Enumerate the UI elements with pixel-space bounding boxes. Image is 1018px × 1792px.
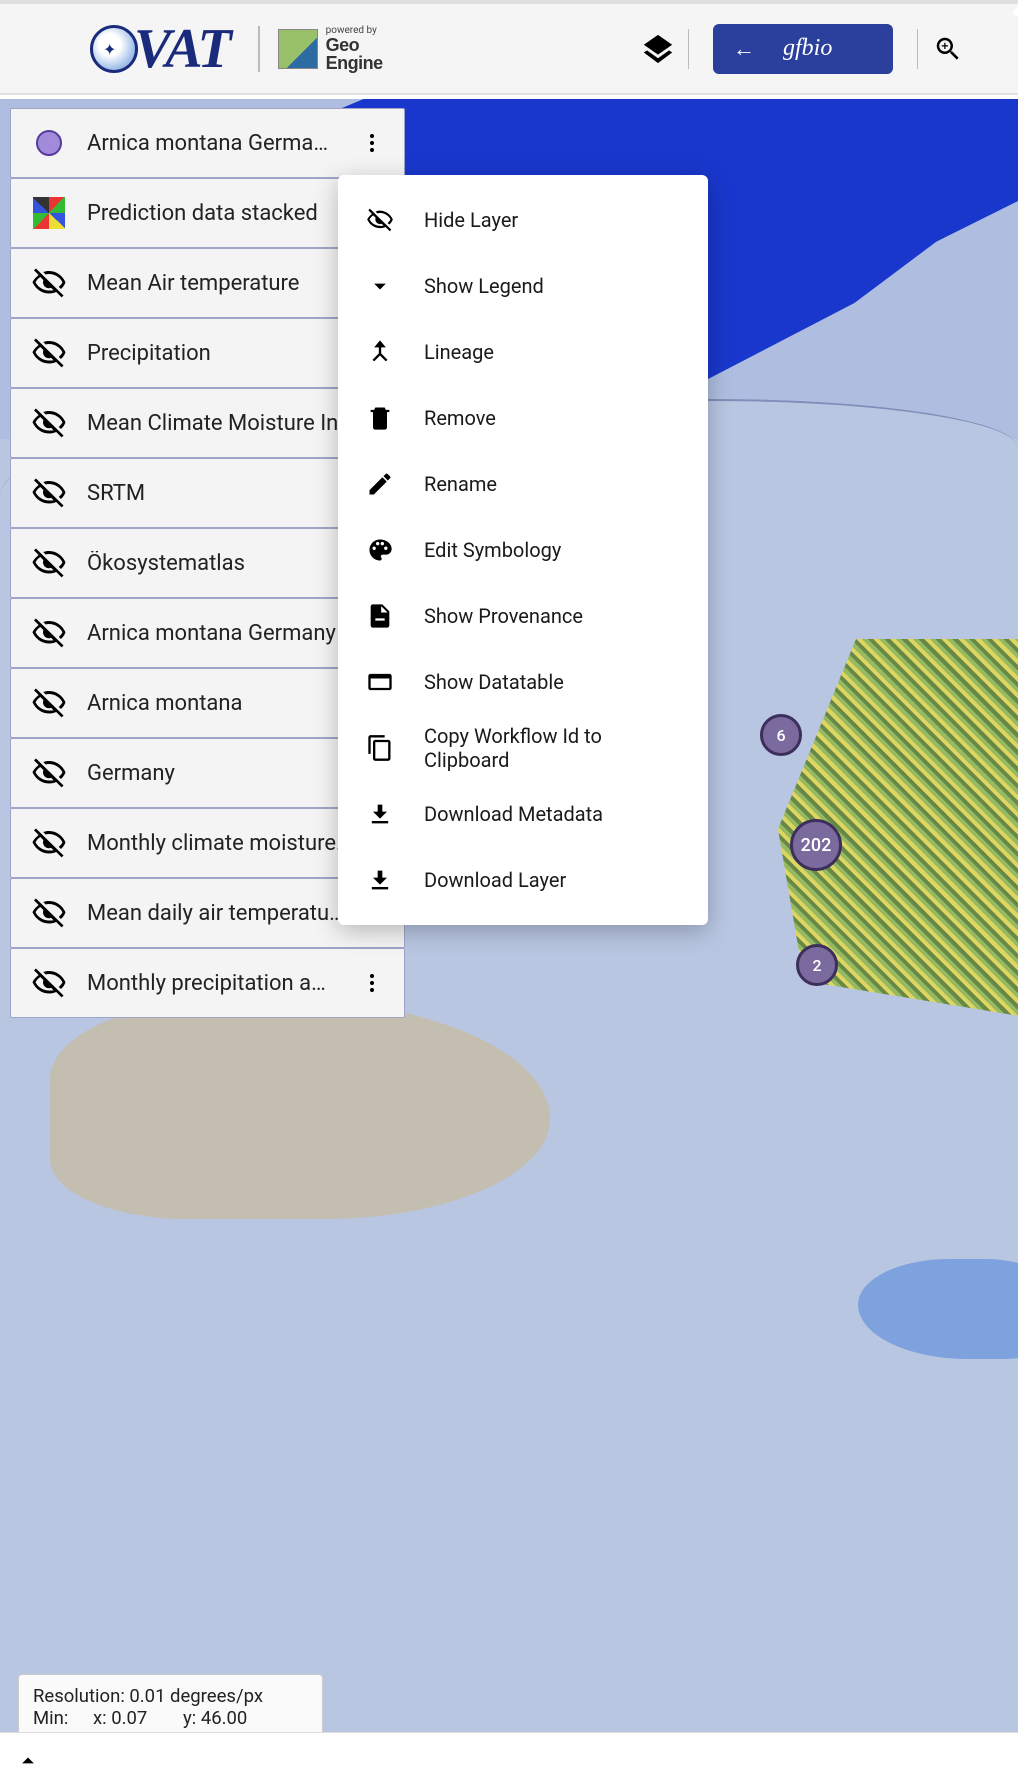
- ctx-item-dllayer[interactable]: Download Layer: [338, 847, 708, 913]
- ctx-item-lineage[interactable]: Lineage: [338, 319, 708, 385]
- visibility-off-icon: [31, 475, 67, 511]
- visibility-off-icon: [31, 405, 67, 441]
- visibility-off-icon: [31, 265, 67, 301]
- zoom-in-button[interactable]: [918, 25, 978, 73]
- layer-item[interactable]: Arnica montana German…: [10, 108, 405, 178]
- vat-logo: VAT: [90, 17, 230, 81]
- min-label: Min:: [33, 1707, 77, 1729]
- resolution-title: Resolution: 0.01 degrees/px: [33, 1685, 308, 1707]
- ctx-item-label: Show Legend: [424, 274, 544, 298]
- layer-icon-slot: [31, 685, 67, 721]
- pencil-icon: [366, 470, 394, 498]
- layer-item[interactable]: Monthly precipitation am…: [10, 948, 405, 1018]
- ctx-item-label: Hide Layer: [424, 208, 518, 232]
- ctx-item-rename[interactable]: Rename: [338, 451, 708, 517]
- expand-panel-button[interactable]: [14, 1747, 42, 1779]
- layer-icon-slot: [31, 405, 67, 441]
- ctx-item-label: Show Datatable: [424, 670, 564, 694]
- gfbio-leaf-icon: [1010, 0, 1018, 16]
- copy-icon: [366, 734, 394, 762]
- ctx-item-remove[interactable]: Remove: [338, 385, 708, 451]
- app-name-text: VAT: [134, 17, 230, 81]
- ctx-item-label: Download Metadata: [424, 802, 603, 826]
- layer-more-button[interactable]: [356, 123, 388, 163]
- visibility-off-icon: [31, 335, 67, 371]
- ctx-item-datatable[interactable]: Show Datatable: [338, 649, 708, 715]
- globe-icon: [90, 25, 138, 73]
- ctx-item-label: Download Layer: [424, 868, 566, 892]
- layer-icon-slot: [31, 965, 67, 1001]
- layer-context-menu: Hide Layer Show Legend Lineage Remove Rename…: [338, 175, 708, 925]
- cluster-marker[interactable]: 2: [796, 944, 838, 986]
- chevron-up-icon: [14, 1747, 42, 1775]
- visibility-off-icon: [31, 965, 67, 1001]
- cluster-marker[interactable]: 6: [760, 714, 802, 756]
- raster-stack-icon: [33, 197, 65, 229]
- bottom-bar: [0, 1732, 1018, 1792]
- app-header: VAT powered by Geo Engine ← gfbio: [0, 0, 1018, 95]
- visibility-off-icon: [31, 615, 67, 651]
- palette-icon: [366, 536, 394, 564]
- ctx-item-hide[interactable]: Hide Layer: [338, 187, 708, 253]
- gfbio-button[interactable]: ← gfbio: [713, 24, 893, 74]
- cluster-marker[interactable]: 202: [790, 819, 842, 871]
- layers-icon: [641, 32, 675, 66]
- visibility-off-icon: [366, 206, 394, 234]
- layer-name: Arnica montana German…: [87, 131, 336, 156]
- merge-icon: [366, 338, 394, 366]
- visibility-off-icon: [31, 825, 67, 861]
- ctx-item-label: Show Provenance: [424, 604, 583, 628]
- layer-icon-slot: [31, 265, 67, 301]
- ctx-item-label: Remove: [424, 406, 496, 430]
- visibility-off-icon: [31, 895, 67, 931]
- point-symbol-icon: [36, 130, 62, 156]
- ctx-item-legend[interactable]: Show Legend: [338, 253, 708, 319]
- ctx-item-symbology[interactable]: Edit Symbology: [338, 517, 708, 583]
- divider: [688, 29, 689, 69]
- visibility-off-icon: [31, 545, 67, 581]
- ctx-item-provenance[interactable]: Show Provenance: [338, 583, 708, 649]
- layer-icon-slot: [31, 125, 67, 161]
- chevron-down-icon: [366, 272, 394, 300]
- download-icon: [366, 800, 394, 828]
- layers-button[interactable]: [628, 25, 688, 73]
- ctx-item-dlmeta[interactable]: Download Metadata: [338, 781, 708, 847]
- zoom-in-icon: [933, 34, 963, 64]
- layer-icon-slot: [31, 825, 67, 861]
- layer-icon-slot: [31, 545, 67, 581]
- ctx-item-copyid[interactable]: Copy Workflow Id to Clipboard: [338, 715, 708, 781]
- gfbio-label: gfbio: [783, 35, 832, 62]
- download-icon: [366, 866, 394, 894]
- more-vert-icon: [360, 971, 384, 995]
- layer-icon-slot: [31, 615, 67, 651]
- layer-icon-slot: [31, 475, 67, 511]
- doc-icon: [366, 602, 394, 630]
- layer-name: Monthly precipitation am…: [87, 971, 336, 996]
- visibility-off-icon: [31, 755, 67, 791]
- ctx-item-label: Rename: [424, 472, 497, 496]
- layer-icon-slot: [31, 755, 67, 791]
- ctx-item-label: Copy Workflow Id to Clipboard: [424, 724, 680, 772]
- visibility-off-icon: [31, 685, 67, 721]
- back-arrow-icon: ←: [733, 36, 755, 62]
- powered-by-label: powered by: [326, 26, 383, 36]
- ctx-item-label: Lineage: [424, 340, 494, 364]
- geo-engine-badge: powered by Geo Engine: [258, 26, 383, 72]
- layer-icon-slot: [31, 895, 67, 931]
- layer-icon-slot: [31, 195, 67, 231]
- trash-icon: [366, 404, 394, 432]
- ctx-item-label: Edit Symbology: [424, 538, 561, 562]
- table-icon: [366, 668, 394, 696]
- geo-engine-icon: [278, 29, 318, 69]
- layer-more-button[interactable]: [356, 963, 388, 1003]
- logo-group: VAT powered by Geo Engine: [90, 17, 383, 81]
- min-y: y: 46.00: [183, 1707, 247, 1729]
- layer-icon-slot: [31, 335, 67, 371]
- min-x: x: 0.07: [93, 1707, 167, 1729]
- more-vert-icon: [360, 131, 384, 155]
